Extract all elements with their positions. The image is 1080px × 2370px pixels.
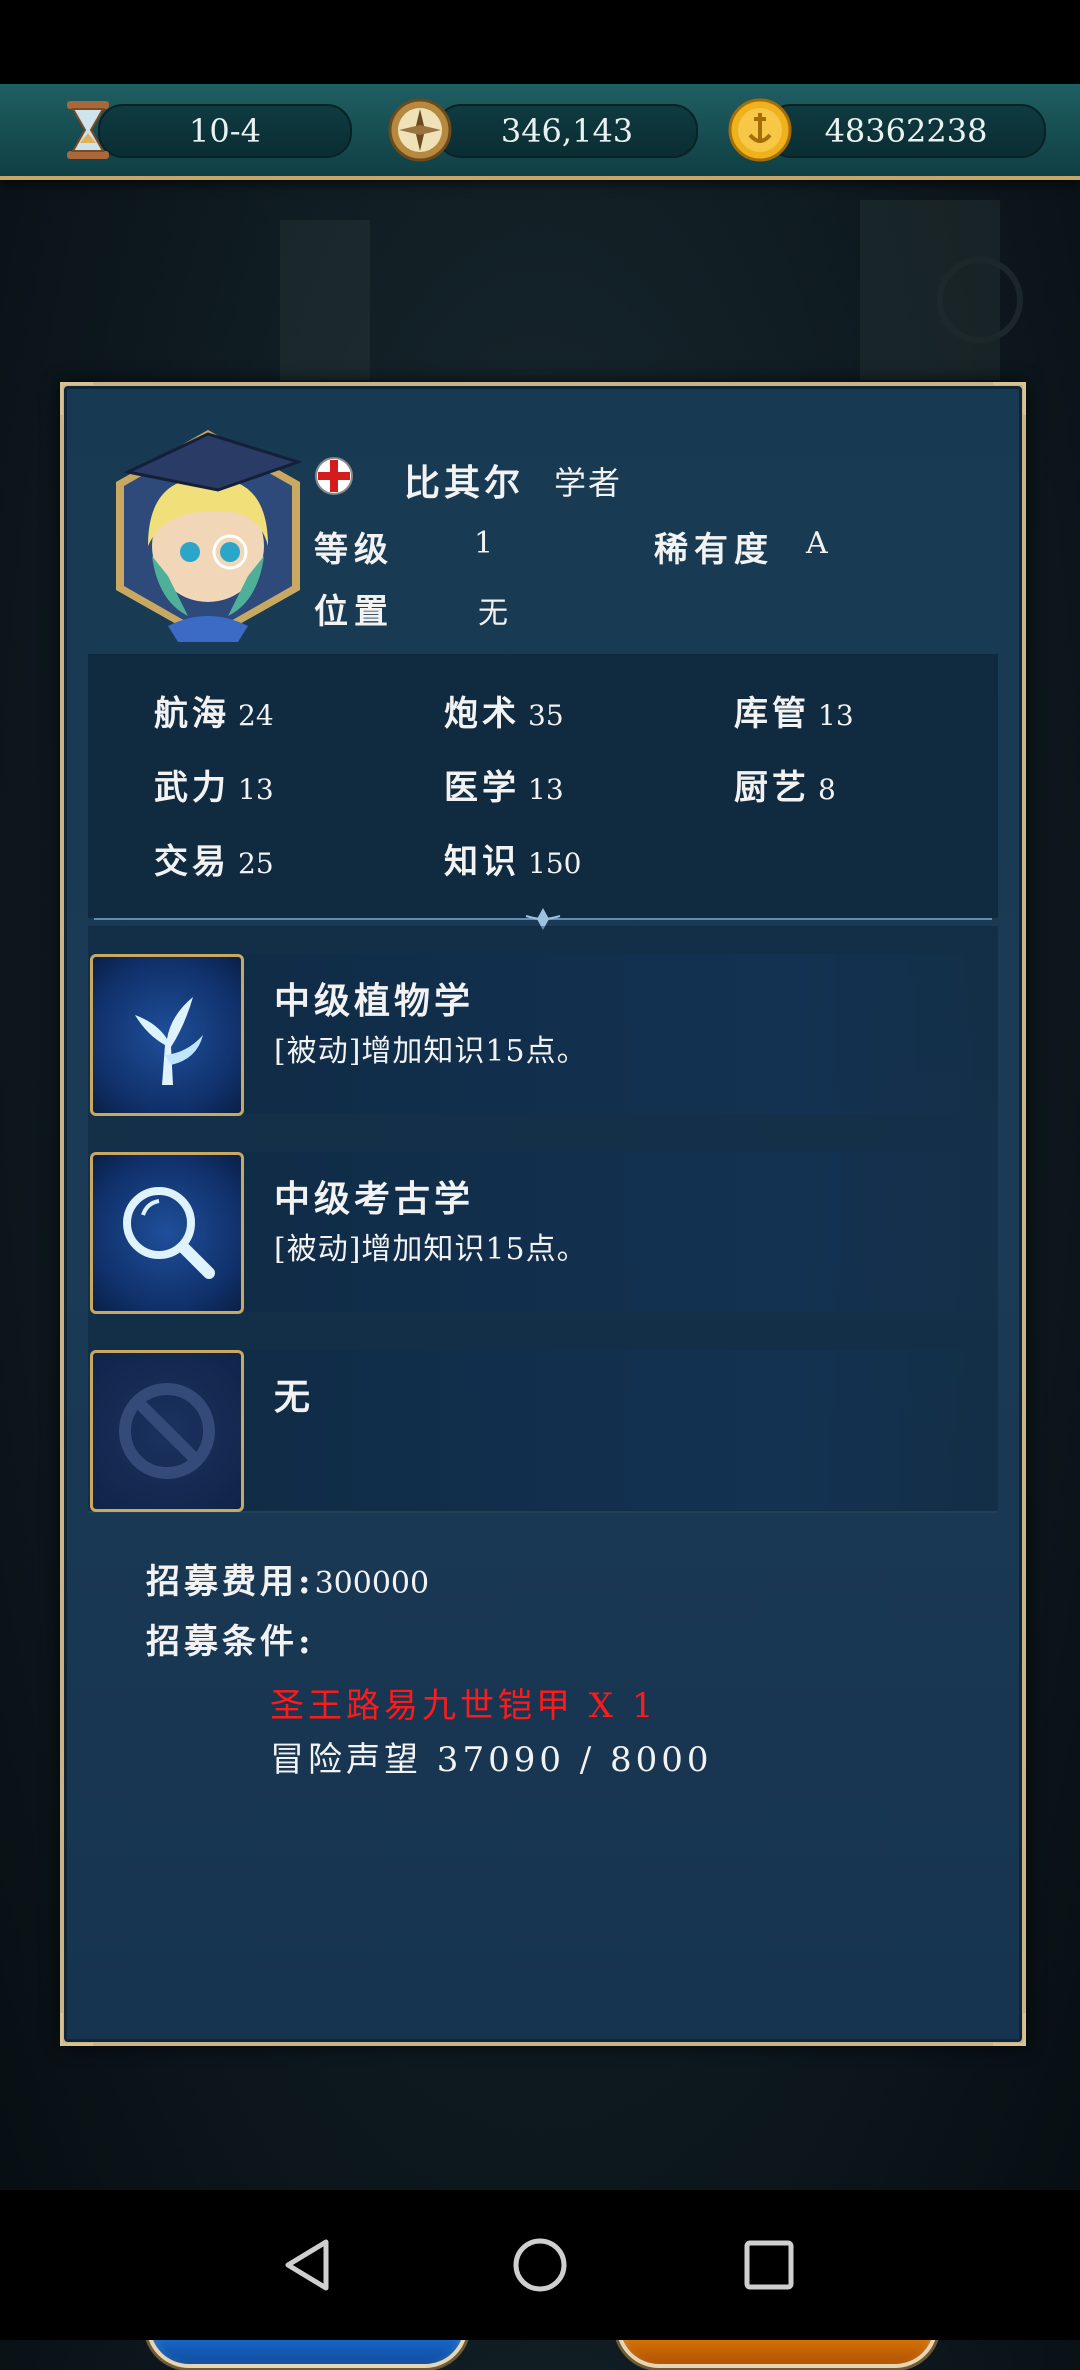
character-portrait xyxy=(116,430,303,642)
level-value-text: 1 xyxy=(474,526,494,561)
position-label: 位置 xyxy=(314,592,394,632)
stat-force: 武力 13 xyxy=(154,768,274,808)
required-fame: 冒险声望 37090 / 8000 xyxy=(270,1740,713,1780)
gold-coin-icon xyxy=(722,92,798,168)
level-label: 等级 xyxy=(314,530,394,570)
skill-title: 无 xyxy=(274,1376,315,1418)
england-flag-icon xyxy=(315,457,353,495)
stat-gunnery: 炮术 35 xyxy=(444,694,564,734)
home-nav-icon[interactable] xyxy=(505,2230,575,2300)
skill-title: 中级植物学 xyxy=(274,980,475,1022)
gold-counter: 48362238 xyxy=(766,104,1046,158)
panel-corner xyxy=(993,382,1026,415)
stat-navigation: 航海 24 xyxy=(154,694,274,734)
character-job: 学者 xyxy=(554,464,623,502)
panel-corner xyxy=(993,2013,1026,2046)
skill-slot[interactable]: 中级植物学 [被动]增加知识15点。 xyxy=(90,954,990,1116)
gold-value: 48362238 xyxy=(824,112,988,150)
recruit-cost-value: 300000 xyxy=(314,1566,430,1601)
compass-counter: 346,143 xyxy=(436,104,698,158)
plant-icon xyxy=(90,954,244,1116)
status-bar xyxy=(0,0,1080,84)
stat-medicine: 医学 13 xyxy=(444,768,564,808)
recruit-panel: 比其尔 学者 等级 1 稀有度 A 位置 无 航海 24 炮术 35 库管 13 武力… xyxy=(60,382,1026,2368)
stat-cooking: 厨艺 8 xyxy=(734,768,836,808)
skill-description: [被动]增加知识15点。 xyxy=(274,1232,588,1267)
level-value: 10-4 xyxy=(189,112,261,150)
panel-corner xyxy=(60,382,93,415)
panel-corner xyxy=(60,2013,93,2046)
hourglass-icon xyxy=(50,92,126,168)
stat-storage: 库管 13 xyxy=(734,694,854,734)
compass-value: 346,143 xyxy=(500,112,634,150)
back-nav-icon[interactable] xyxy=(274,2230,344,2300)
recruit-condition-label: 招募条件: xyxy=(146,1622,315,1662)
skill-title: 中级考古学 xyxy=(274,1178,475,1220)
recents-nav-icon[interactable] xyxy=(734,2230,804,2300)
rarity-label: 稀有度 xyxy=(654,530,774,570)
skill-slot-empty[interactable]: 无 xyxy=(90,1350,990,1512)
stat-knowledge: 知识 150 xyxy=(444,842,582,882)
system-nav-bar xyxy=(0,2190,1080,2340)
skill-slot[interactable]: 中级考古学 [被动]增加知识15点。 xyxy=(90,1152,990,1314)
prohibited-icon xyxy=(90,1350,244,1512)
position-value: 无 xyxy=(478,596,508,631)
compass-icon xyxy=(382,92,458,168)
magnifier-icon xyxy=(90,1152,244,1314)
resource-bar: 10-4 346,143 48362238 xyxy=(0,84,1080,180)
required-item: 圣王路易九世铠甲 X 1 xyxy=(270,1686,658,1726)
background-decoration xyxy=(280,200,1023,380)
stat-trade: 交易 25 xyxy=(154,842,274,882)
skill-description: [被动]增加知识15点。 xyxy=(274,1034,588,1069)
level-counter: 10-4 xyxy=(98,104,352,158)
recruit-cost: 招募费用:300000 xyxy=(146,1554,429,1603)
rarity-value: A xyxy=(806,526,828,561)
character-name: 比其尔 xyxy=(404,462,525,504)
recruit-cost-label: 招募费用: xyxy=(146,1562,315,1602)
